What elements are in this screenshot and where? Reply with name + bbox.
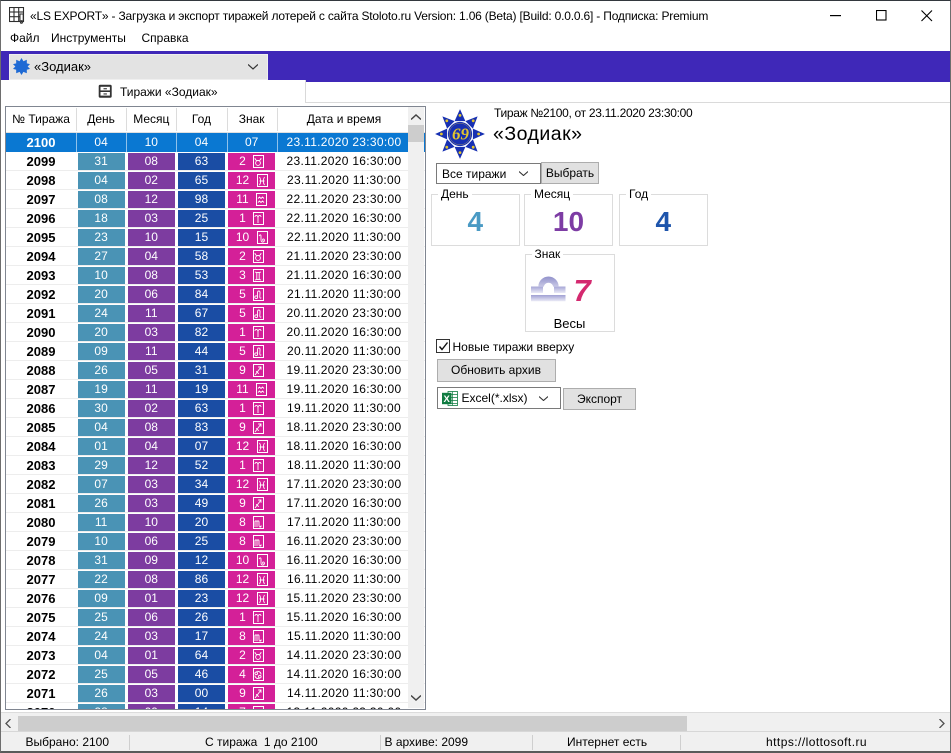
svg-text:X: X xyxy=(443,394,450,405)
svg-text:69: 69 xyxy=(452,125,470,144)
